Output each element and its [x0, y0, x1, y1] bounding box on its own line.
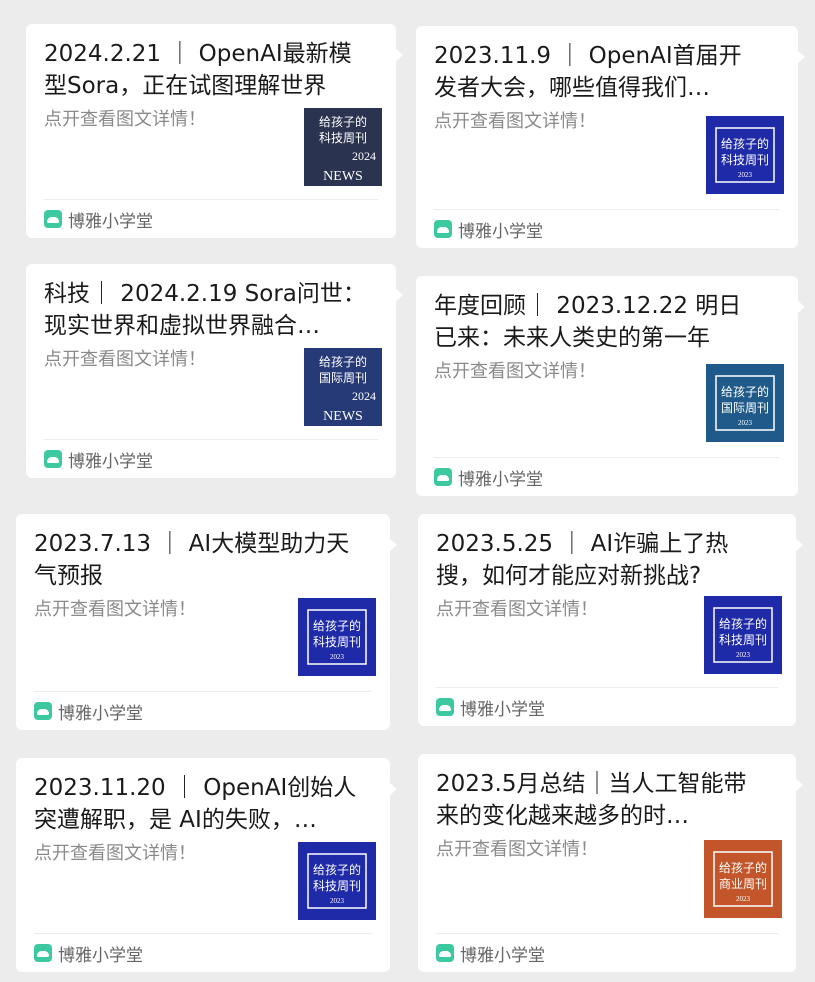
account-icon — [44, 450, 62, 468]
cover-image: 给孩子的 国际周刊 2023 — [706, 364, 784, 442]
article-thumbnail: 给孩子的 商业周刊 2023 — [704, 840, 782, 918]
cover-line1: 给孩子的 — [319, 114, 367, 129]
account-footer[interactable]: 博雅小学堂 — [34, 691, 372, 730]
account-name: 博雅小学堂 — [460, 945, 545, 966]
cover-line1: 给孩子的 — [319, 354, 367, 369]
article-thumbnail: 给孩子的 科技周刊 2023 — [704, 596, 782, 674]
cover-line1: 给孩子的 — [721, 384, 769, 399]
cover-line2: 商业周刊 — [719, 876, 767, 891]
account-icon — [436, 944, 454, 962]
cover-line1: 给孩子的 — [719, 860, 767, 875]
cover-line2: 科技周刊 — [721, 153, 769, 167]
cover-line1: 给孩子的 — [313, 618, 361, 633]
cover-year: 2023 — [736, 651, 751, 659]
article-thumbnail: 给孩子的 国际周刊 2023 — [706, 364, 784, 442]
article-title: 2024.2.21 ｜ OpenAI最新模型Sora，正在试图理解世界 — [44, 41, 352, 99]
article-title: 2023.5.25 ｜ AI诈骗上了热搜，如何才能应对新挑战? — [436, 531, 729, 589]
account-footer[interactable]: 博雅小学堂 — [44, 439, 378, 478]
article-thumbnail: 给孩子的 科技周刊 2023 — [298, 842, 376, 920]
account-icon — [34, 944, 52, 962]
cover-year: 2023 — [736, 895, 751, 903]
article-title: 2023.11.20 ｜ OpenAI创始人突遭解职，是 AI的失败，… — [34, 775, 357, 833]
cover-line1: 给孩子的 — [719, 616, 767, 631]
cover-year: 2023 — [330, 897, 345, 905]
cover-year: 2023 — [738, 171, 753, 179]
cover-year: 2024 — [352, 389, 376, 403]
cover-line2: 科技周刊 — [319, 131, 367, 145]
article-thumbnail: 给孩子的 国际周刊 2024 NEWS — [304, 348, 382, 426]
account-name: 博雅小学堂 — [58, 703, 143, 724]
cover-year: 2024 — [352, 149, 376, 163]
account-name: 博雅小学堂 — [460, 699, 545, 720]
cover-line2: 国际周刊 — [721, 401, 769, 415]
account-icon — [434, 220, 452, 238]
article-card[interactable]: 2023.5月总结｜当人工智能带来的变化越来越多的时… 点开查看图文详情！ 给孩… — [418, 754, 803, 972]
account-footer[interactable]: 博雅小学堂 — [44, 199, 378, 238]
cover-image: 给孩子的 科技周刊 2023 — [704, 596, 782, 674]
account-icon — [44, 210, 62, 228]
account-icon — [434, 468, 452, 486]
account-footer[interactable]: 博雅小学堂 — [34, 933, 372, 972]
account-name: 博雅小学堂 — [58, 945, 143, 966]
article-title: 年度回顾｜ 2023.12.22 明日已来：未来人类史的第一年 — [434, 293, 742, 351]
cover-line1: 给孩子的 — [313, 862, 361, 877]
cover-image: 给孩子的 科技周刊 2023 — [706, 116, 784, 194]
article-card[interactable]: 2023.7.13 ｜ AI大模型助力天气预报 点开查看图文详情！ 给孩子的 科… — [16, 514, 397, 730]
account-name: 博雅小学堂 — [458, 221, 543, 242]
article-thumbnail: 给孩子的 科技周刊 2023 — [298, 598, 376, 676]
cover-line2: 科技周刊 — [719, 633, 767, 647]
article-thumbnail: 给孩子的 科技周刊 2023 — [706, 116, 784, 194]
cover-image: 给孩子的 商业周刊 2023 — [704, 840, 782, 918]
cover-line2: 国际周刊 — [319, 371, 367, 385]
article-title: 2023.5月总结｜当人工智能带来的变化越来越多的时… — [436, 771, 747, 829]
account-name: 博雅小学堂 — [458, 469, 543, 490]
article-title: 2023.7.13 ｜ AI大模型助力天气预报 — [34, 531, 350, 589]
cover-image: 给孩子的 国际周刊 2024 NEWS — [304, 348, 382, 426]
account-footer[interactable]: 博雅小学堂 — [434, 457, 780, 496]
article-title: 科技｜ 2024.2.19 Sora问世：现实世界和虚拟世界融合… — [44, 281, 366, 339]
article-thumbnail: 给孩子的 科技周刊 2024 NEWS — [304, 108, 382, 186]
cover-year: 2023 — [738, 419, 753, 427]
cover-line2: 科技周刊 — [313, 635, 361, 649]
cover-year: 2023 — [330, 653, 345, 661]
cover-image: 给孩子的 科技周刊 2023 — [298, 842, 376, 920]
article-card[interactable]: 年度回顾｜ 2023.12.22 明日已来：未来人类史的第一年 点开查看图文详情… — [416, 276, 805, 496]
article-card[interactable]: 2023.5.25 ｜ AI诈骗上了热搜，如何才能应对新挑战? 点开查看图文详情… — [418, 514, 803, 726]
account-icon — [436, 698, 454, 716]
account-name: 博雅小学堂 — [68, 451, 153, 472]
cover-extra: NEWS — [323, 409, 363, 424]
article-card[interactable]: 2024.2.21 ｜ OpenAI最新模型Sora，正在试图理解世界 点开查看… — [26, 24, 403, 238]
account-name: 博雅小学堂 — [68, 211, 153, 232]
article-card[interactable]: 科技｜ 2024.2.19 Sora问世：现实世界和虚拟世界融合… 点开查看图文… — [26, 264, 403, 478]
cover-image: 给孩子的 科技周刊 2023 — [298, 598, 376, 676]
cover-line1: 给孩子的 — [721, 136, 769, 151]
cover-line2: 科技周刊 — [313, 879, 361, 893]
article-card[interactable]: 2023.11.20 ｜ OpenAI创始人突遭解职，是 AI的失败，… 点开查… — [16, 758, 397, 972]
account-footer[interactable]: 博雅小学堂 — [434, 209, 780, 248]
account-icon — [34, 702, 52, 720]
cover-extra: NEWS — [323, 169, 363, 184]
article-title: 2023.11.9 ｜ OpenAI首届开发者大会，哪些值得我们… — [434, 43, 742, 101]
cover-image: 给孩子的 科技周刊 2024 NEWS — [304, 108, 382, 186]
article-card[interactable]: 2023.11.9 ｜ OpenAI首届开发者大会，哪些值得我们… 点开查看图文… — [416, 26, 805, 248]
account-footer[interactable]: 博雅小学堂 — [436, 933, 778, 972]
account-footer[interactable]: 博雅小学堂 — [436, 687, 778, 726]
